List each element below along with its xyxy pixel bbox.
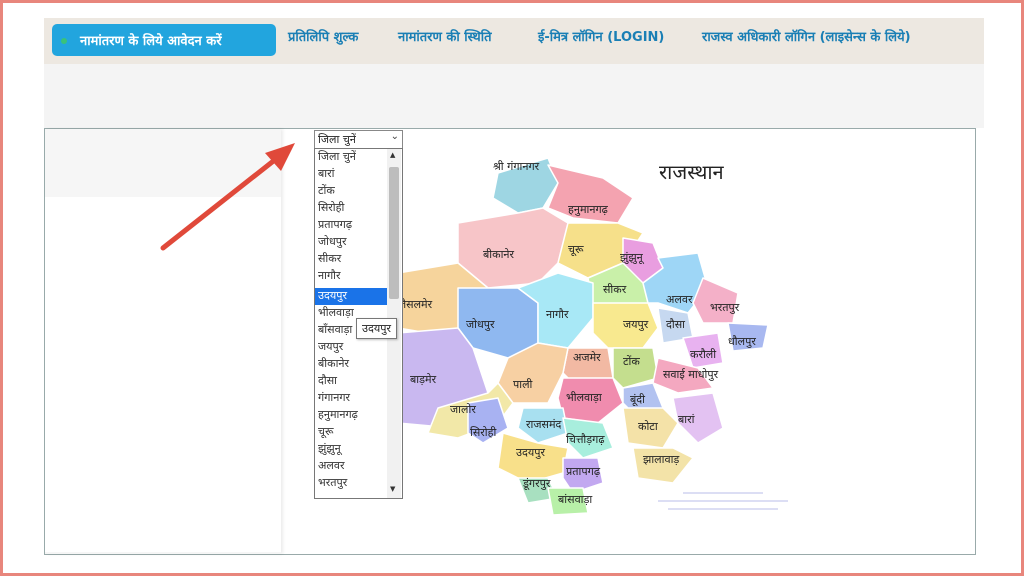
watermark — [658, 492, 788, 510]
dropdown-option[interactable]: बारां — [315, 166, 388, 183]
district-select[interactable]: जिला चुनें ⌄ — [314, 130, 403, 149]
district-select-value: जिला चुनें — [318, 133, 356, 146]
nav-revenue-officer-login[interactable]: राजस्व अधिकारी लॉगिन (लाइसेन्स के लिये) — [702, 27, 911, 45]
label-bhilwara: भीलवाड़ा — [566, 391, 602, 404]
dropdown-option[interactable]: भरतपुर — [315, 475, 388, 492]
label-bharatpur: भरतपुर — [710, 301, 740, 314]
dropdown-option[interactable]: बीकानेर — [315, 356, 388, 373]
dropdown-option[interactable]: जोधपुर — [315, 234, 388, 251]
label-jhalawar: झालावाड़ — [643, 453, 679, 466]
label-dholpur: धौलपुर — [728, 335, 756, 348]
rajasthan-map[interactable]: श्री गंगानगर हनुमानगढ़ बीकानेर चूरू झुंझ… — [398, 153, 778, 523]
option-tooltip: उदयपुर — [356, 318, 397, 339]
label-pali: पाली — [513, 378, 533, 391]
label-tonk: टोंक — [623, 355, 640, 368]
annotation-arrow — [160, 143, 295, 251]
label-baran: बारां — [678, 413, 695, 426]
label-bikaner: बीकानेर — [483, 248, 515, 261]
scrollbar-thumb[interactable] — [389, 167, 399, 299]
screenshot-frame: नामांतरण के लिये आवेदन करें प्रतिलिपि शु… — [0, 0, 1024, 576]
dropdown-option[interactable]: चूरू — [315, 424, 388, 441]
chevron-down-icon: ⌄ — [390, 131, 399, 142]
label-sawaimadhopur: सवाई माधोपुर — [663, 368, 719, 381]
label-barmer: बाड़मेर — [410, 373, 437, 386]
label-sikar: सीकर — [603, 283, 627, 296]
district-tonk — [612, 347, 659, 389]
dropdown-option[interactable]: जयपुर — [315, 339, 388, 356]
dropdown-option-highlighted[interactable]: उदयपुर — [315, 288, 388, 305]
label-ajmer: अजमेर — [573, 351, 601, 364]
dropdown-option[interactable]: नागौर — [315, 268, 388, 285]
nav-emitra-login[interactable]: ई-मित्र लॉगिन (LOGIN) — [538, 27, 664, 45]
label-jhunjhunu: झुंझुनू — [620, 251, 645, 265]
label-udaipur: उदयपुर — [516, 446, 545, 459]
label-dungarpur: डूंगरपुर — [522, 477, 551, 491]
dropdown-option[interactable]: दौसा — [315, 373, 388, 390]
label-churu: चूरू — [568, 243, 584, 257]
dropdown-option[interactable]: हनुमानगढ़ — [315, 407, 388, 424]
label-jaisalmer: जैसलमेर — [398, 298, 433, 311]
dropdown-option[interactable]: गंगानगर — [315, 390, 388, 407]
label-kota: कोटा — [638, 420, 658, 433]
label-chittorgarh: चित्तौड़गढ़ — [566, 433, 605, 446]
nav-mutation-status[interactable]: नामांतरण की स्थिति — [398, 27, 492, 45]
label-pratapgarh: प्रतापगढ़ — [566, 465, 601, 478]
label-jaipur: जयपुर — [623, 318, 649, 331]
label-sirohi: सिरोही — [470, 426, 496, 439]
label-karauli: करौली — [690, 348, 716, 361]
dropdown-option[interactable]: सीकर — [315, 251, 388, 268]
dropdown-option[interactable]: टोंक — [315, 183, 388, 200]
map-title: राजस्थान — [659, 160, 724, 184]
label-rajsamand: राजसमंद — [526, 418, 562, 431]
scroll-up-icon[interactable]: ▲ — [390, 151, 395, 159]
label-dausa: दौसा — [666, 318, 685, 331]
dropdown-option[interactable]: अलवर — [315, 458, 388, 475]
label-jodhpur: जोधपुर — [466, 318, 495, 331]
top-navbar: नामांतरण के लिये आवेदन करें प्रतिलिपि शु… — [44, 18, 984, 64]
label-bundi: बूंदी — [630, 393, 645, 407]
bullet-icon — [61, 38, 67, 44]
dropdown-option[interactable]: सिरोही — [315, 200, 388, 217]
nav-copy-fee[interactable]: प्रतिलिपि शुल्क — [288, 27, 358, 45]
label-sriganganagar: श्री गंगानगर — [493, 160, 540, 173]
nav-apply-mutation-label: नामांतरण के लिये आवेदन करें — [80, 34, 222, 49]
label-nagaur: नागौर — [546, 308, 569, 321]
dropdown-option[interactable]: झुंझुनू — [315, 441, 388, 458]
sub-header-area — [44, 64, 984, 128]
scroll-down-icon[interactable]: ▼ — [390, 485, 395, 493]
label-alwar: अलवर — [666, 293, 693, 306]
label-banswara: बांसवाड़ा — [558, 493, 592, 506]
nav-apply-mutation[interactable]: नामांतरण के लिये आवेदन करें — [52, 24, 276, 56]
dropdown-option[interactable]: प्रतापगढ़ — [315, 217, 388, 234]
label-hanumangarh: हनुमानगढ़ — [568, 203, 609, 216]
label-jalore: जालोर — [450, 403, 476, 416]
dropdown-option[interactable]: जिला चुनें — [315, 149, 388, 166]
